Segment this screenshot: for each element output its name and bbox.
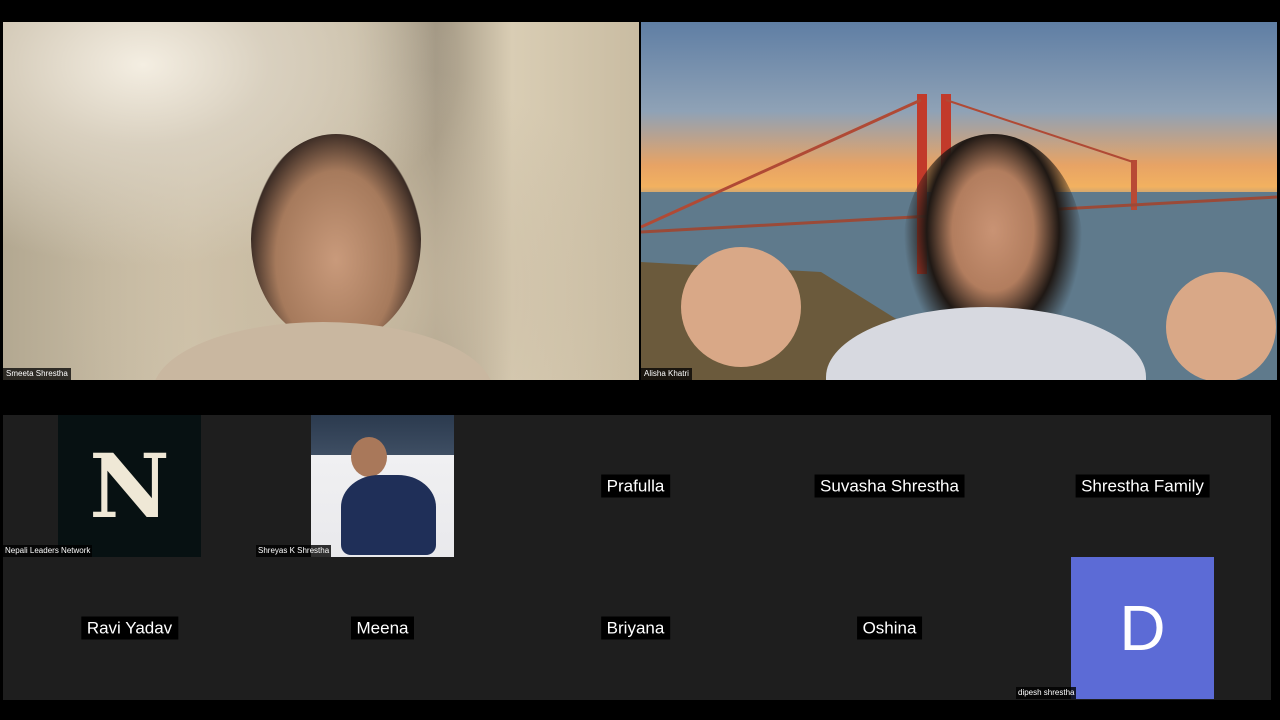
video-call-window: { "speakers": [ {"name": "Smeeta Shresth… (0, 0, 1280, 720)
video-tile-smeeta[interactable]: Smeeta Shrestha (3, 22, 639, 380)
participant-name-label: Ravi Yadav (80, 616, 179, 640)
participant-name-label: Nepali Leaders Network (3, 545, 93, 557)
hand-left (681, 247, 801, 367)
participant-name-label: Meena (350, 616, 415, 640)
participant-tile[interactable]: Prafulla (509, 415, 762, 557)
participant-name-label: Prafulla (600, 474, 671, 498)
participant-avatar: D (1071, 557, 1214, 699)
participant-tile[interactable]: N Nepali Leaders Network (3, 415, 256, 557)
participant-tile[interactable]: Shreyas K Shrestha (256, 415, 509, 557)
participant-body (153, 322, 493, 380)
hand-right (1166, 272, 1276, 380)
participant-tile[interactable]: Ravi Yadav (3, 557, 256, 699)
participant-name-label: dipesh shrestha (1016, 687, 1077, 699)
video-tile-alisha[interactable]: Alisha Khatri (641, 22, 1277, 380)
participant-photo (311, 415, 454, 557)
participant-video-feed (251, 134, 421, 344)
participant-tile[interactable]: Shrestha Family (1016, 415, 1269, 557)
participant-tile[interactable]: Meena (256, 557, 509, 699)
participant-name-label: Suvasha Shrestha (814, 474, 965, 498)
participant-name-label: Oshina (856, 616, 923, 640)
participant-name-label: Shrestha Family (1075, 474, 1210, 498)
participant-name-label: Smeeta Shrestha (3, 368, 71, 380)
participant-tile[interactable]: Suvasha Shrestha (763, 415, 1016, 557)
participant-name-label: Alisha Khatri (641, 368, 692, 380)
participant-name-label: Shreyas K Shrestha (256, 545, 332, 557)
participant-name-label: Briyana (600, 616, 671, 640)
gallery-grid: N Nepali Leaders Network Shreyas K Shres… (3, 415, 1271, 700)
participant-tile[interactable]: Oshina (763, 557, 1016, 699)
participant-tile[interactable]: D dipesh shrestha (1016, 557, 1269, 699)
participant-tile[interactable]: Briyana (509, 557, 762, 699)
participant-logo: N (58, 415, 201, 557)
